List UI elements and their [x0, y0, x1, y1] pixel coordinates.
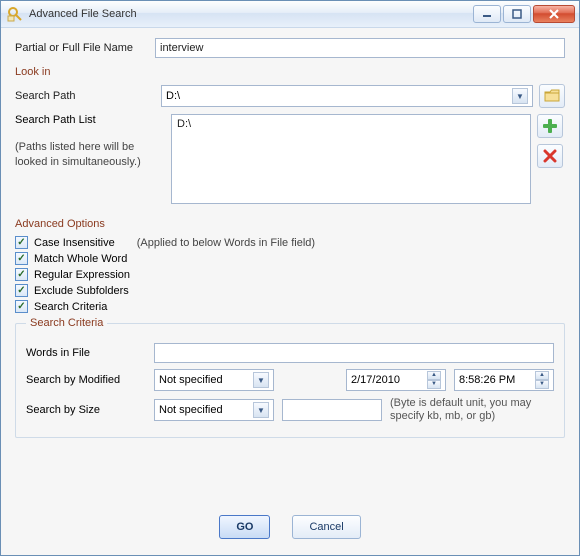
match-whole-word-checkbox[interactable]: ✓: [15, 252, 28, 265]
path-hint-1: (Paths listed here will be: [15, 140, 165, 155]
minimize-button[interactable]: [473, 5, 501, 23]
words-in-file-label: Words in File: [26, 347, 146, 359]
search-path-label: Search Path: [15, 90, 155, 102]
time-spinner[interactable]: 8:58:26 PM ▲▼: [454, 369, 554, 391]
search-criteria-legend: Search Criteria: [26, 317, 107, 329]
go-button[interactable]: GO: [219, 515, 270, 539]
app-icon: [7, 6, 23, 22]
search-criteria-group: Search Criteria Words in File Search by …: [15, 317, 565, 438]
date-spinner[interactable]: 2/17/2010 ▲▼: [346, 369, 446, 391]
search-by-modified-label: Search by Modified: [26, 374, 146, 386]
regular-expression-checkbox[interactable]: ✓: [15, 268, 28, 281]
maximize-button[interactable]: [503, 5, 531, 23]
filename-input[interactable]: [155, 38, 565, 58]
search-criteria-checkbox[interactable]: ✓: [15, 300, 28, 313]
button-bar: GO Cancel: [1, 515, 579, 539]
applied-note: (Applied to below Words in File field): [137, 237, 315, 249]
filename-label: Partial or Full File Name: [15, 42, 155, 54]
window-buttons: [473, 5, 575, 23]
regular-expression-label: Regular Expression: [34, 269, 130, 281]
search-by-modified-select[interactable]: Not specified ▼: [154, 369, 274, 391]
advanced-title: Advanced Options: [15, 218, 565, 230]
lookin-title: Look in: [15, 66, 565, 78]
spin-up-icon[interactable]: ▲: [427, 371, 441, 380]
add-path-button[interactable]: [537, 114, 563, 138]
exclude-subfolders-label: Exclude Subfolders: [34, 285, 129, 297]
spin-down-icon[interactable]: ▼: [427, 380, 441, 389]
size-input[interactable]: [282, 399, 382, 421]
search-path-list-label: Search Path List: [15, 114, 165, 126]
search-by-size-select[interactable]: Not specified ▼: [154, 399, 274, 421]
search-path-value: D:\: [166, 90, 180, 102]
case-insensitive-label: Case Insensitive: [34, 237, 115, 249]
cancel-button[interactable]: Cancel: [292, 515, 360, 539]
remove-path-button[interactable]: [537, 144, 563, 168]
client-area: Partial or Full File Name Look in Search…: [1, 28, 579, 555]
title-bar[interactable]: Advanced File Search: [1, 1, 579, 28]
path-list-item[interactable]: D:\: [177, 118, 525, 130]
browse-folder-button[interactable]: [539, 84, 565, 108]
spin-down-icon[interactable]: ▼: [535, 380, 549, 389]
spin-up-icon[interactable]: ▲: [535, 371, 549, 380]
window-title: Advanced File Search: [29, 8, 473, 20]
chevron-down-icon[interactable]: ▼: [253, 402, 269, 418]
search-path-list[interactable]: D:\: [171, 114, 531, 204]
chevron-down-icon[interactable]: ▼: [253, 372, 269, 388]
dialog-window: Advanced File Search Partial or Full Fil…: [0, 0, 580, 556]
search-path-combo[interactable]: D:\ ▼: [161, 85, 533, 107]
words-in-file-input[interactable]: [154, 343, 554, 363]
close-button[interactable]: [533, 5, 575, 23]
search-criteria-label: Search Criteria: [34, 301, 107, 313]
path-hint-2: looked in simultaneously.): [15, 155, 165, 170]
match-whole-word-label: Match Whole Word: [34, 253, 127, 265]
search-by-size-label: Search by Size: [26, 404, 146, 416]
size-hint: (Byte is default unit, you may specify k…: [390, 397, 554, 423]
case-insensitive-checkbox[interactable]: ✓: [15, 236, 28, 249]
chevron-down-icon[interactable]: ▼: [512, 88, 528, 104]
exclude-subfolders-checkbox[interactable]: ✓: [15, 284, 28, 297]
